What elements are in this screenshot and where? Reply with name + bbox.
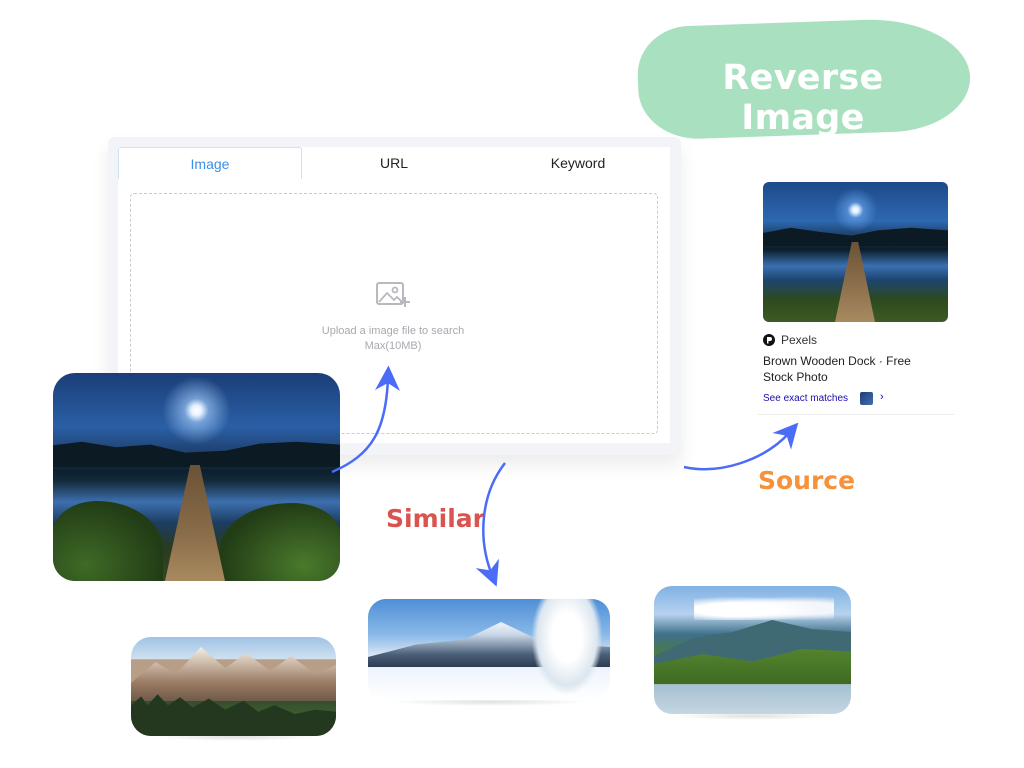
arrow-to-source [683, 422, 799, 471]
flow-arrows [331, 365, 799, 587]
arrow-to-upload [331, 365, 401, 474]
arrow-to-similar [475, 462, 506, 587]
